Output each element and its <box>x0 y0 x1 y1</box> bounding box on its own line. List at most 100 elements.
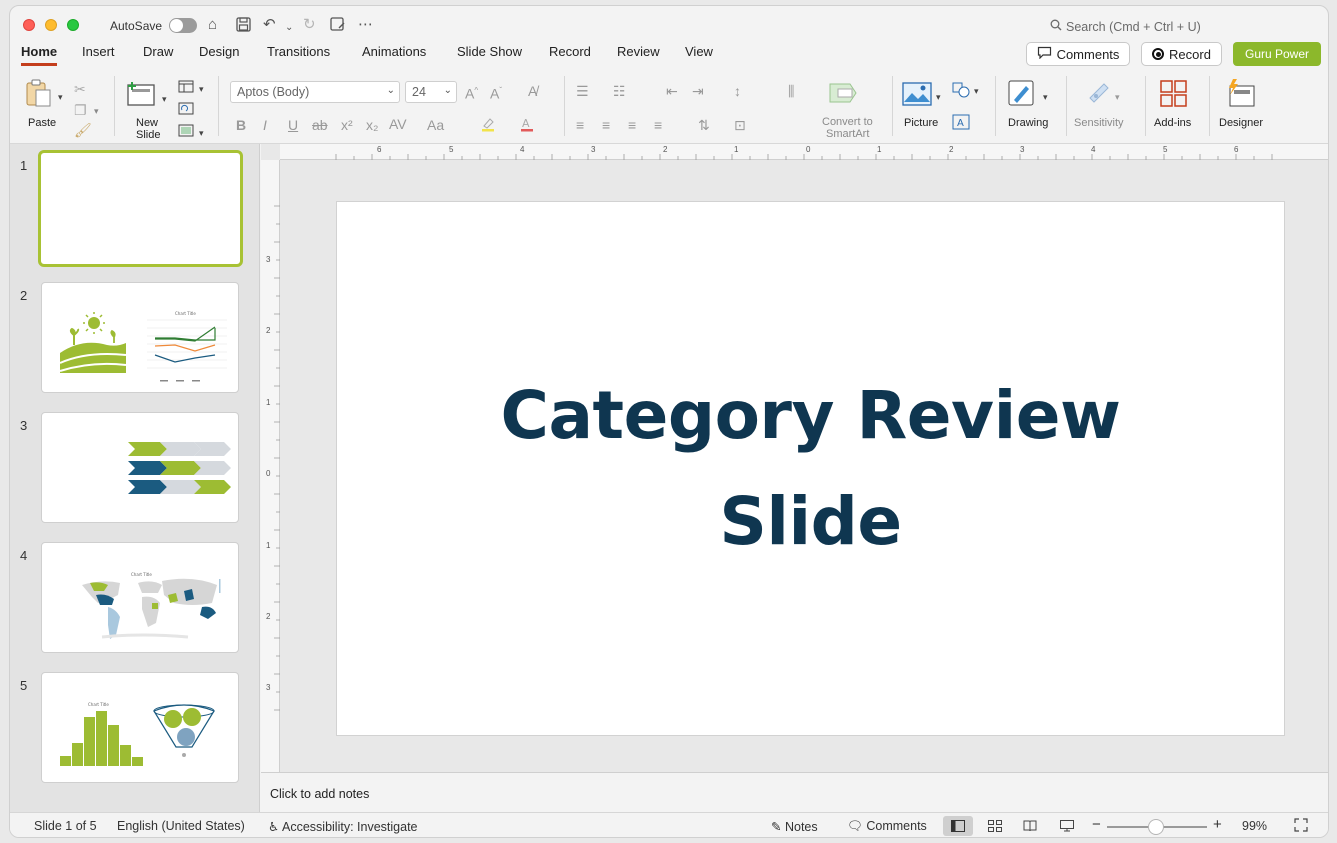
font-color-icon[interactable]: A <box>519 116 535 134</box>
slide-title-textbox[interactable]: Category Review Slide <box>461 363 1161 575</box>
undo-icon[interactable]: ↶ <box>263 17 276 33</box>
reading-view-button[interactable] <box>1015 816 1045 836</box>
font-size-select[interactable]: 24 ⌄ <box>405 81 457 103</box>
new-slide-dropdown-icon[interactable]: ▾ <box>162 92 167 106</box>
slide-canvas[interactable]: Category Review Slide <box>337 202 1284 735</box>
strikethrough-icon[interactable]: ab <box>312 118 328 132</box>
align-center-icon[interactable]: ≡ <box>602 118 610 132</box>
slide-sorter-view-button[interactable] <box>980 816 1010 836</box>
sensitivity-dropdown-icon[interactable]: ▾ <box>1115 90 1120 104</box>
guru-power-button[interactable]: Guru Power <box>1233 42 1321 66</box>
paste-icon[interactable] <box>24 78 54 111</box>
format-painter-icon[interactable]: 🖌 <box>74 123 92 137</box>
sensitivity-icon[interactable] <box>1086 80 1112 109</box>
tab-insert[interactable]: Insert <box>82 44 115 63</box>
slide-thumbnail-4[interactable]: Chart Title <box>41 542 239 653</box>
increase-indent-icon[interactable]: ⇥ <box>692 84 704 98</box>
redo-icon[interactable]: ↻ <box>303 17 316 33</box>
tab-animations[interactable]: Animations <box>362 44 426 63</box>
horizontal-ruler[interactable]: 6 5 4 3 2 1 0 1 2 3 4 5 6 <box>280 144 1328 160</box>
presenter-view-button[interactable] <box>1052 816 1082 836</box>
tab-record[interactable]: Record <box>549 44 591 63</box>
more-icon[interactable]: ⋯ <box>358 17 373 33</box>
zoom-in-icon[interactable]: + <box>1213 816 1222 833</box>
customize-icon[interactable] <box>330 17 346 36</box>
increase-font-icon[interactable]: A^ <box>465 84 478 101</box>
save-icon[interactable] <box>236 17 251 36</box>
zoom-out-icon[interactable]: − <box>1092 816 1101 833</box>
home-icon[interactable]: ⌂ <box>208 17 217 33</box>
zoom-window-button[interactable] <box>67 19 79 31</box>
comments-toggle[interactable]: 🗨︎ Comments <box>847 819 927 834</box>
tab-review[interactable]: Review <box>617 44 660 63</box>
smartart-icon[interactable] <box>828 80 860 109</box>
designer-icon[interactable] <box>1225 78 1257 111</box>
numbering-icon[interactable]: ☷ <box>613 84 626 98</box>
decrease-indent-icon[interactable]: ⇤ <box>666 84 678 98</box>
autosave-toggle[interactable] <box>169 18 197 33</box>
line-spacing-icon[interactable]: ↕ <box>734 84 741 98</box>
comments-button[interactable]: Comments <box>1026 42 1130 66</box>
slide-thumbnail-5[interactable]: Chart Title <box>41 672 239 783</box>
new-slide-icon[interactable] <box>126 79 158 110</box>
bold-icon[interactable]: B <box>236 118 246 132</box>
fit-slide-icon[interactable] <box>1294 818 1308 835</box>
align-text-icon[interactable]: ⊡ <box>734 118 746 132</box>
section-icon[interactable] <box>178 124 194 139</box>
columns-icon[interactable]: ⫼ <box>788 84 794 98</box>
shapes-dropdown-icon[interactable]: ▾ <box>974 84 979 98</box>
slide-thumbnail-3[interactable] <box>41 412 239 523</box>
align-left-icon[interactable]: ≡ <box>576 118 584 132</box>
font-name-select[interactable]: Aptos (Body) ⌄ <box>230 81 400 103</box>
copy-dropdown-icon[interactable]: ▾ <box>94 104 99 118</box>
zoom-slider-handle[interactable] <box>1148 819 1164 835</box>
justify-icon[interactable]: ≡ <box>654 118 662 132</box>
close-window-button[interactable] <box>23 19 35 31</box>
layout-dropdown-icon[interactable]: ▾ <box>199 82 204 96</box>
subscript-icon[interactable]: x₂ <box>366 118 378 132</box>
clear-formatting-icon[interactable]: A̸ <box>528 84 537 98</box>
character-spacing-icon[interactable]: AV <box>389 117 407 131</box>
decrease-font-icon[interactable]: Aˇ <box>490 84 502 101</box>
tab-draw[interactable]: Draw <box>143 44 173 63</box>
text-direction-icon[interactable]: ⇅ <box>698 118 710 132</box>
section-dropdown-icon[interactable]: ▾ <box>199 126 204 140</box>
underline-icon[interactable]: U <box>288 118 298 132</box>
shapes-icon[interactable] <box>952 82 972 100</box>
bullets-icon[interactable]: ☰ <box>576 84 589 98</box>
tab-design[interactable]: Design <box>199 44 239 63</box>
minimize-window-button[interactable] <box>45 19 57 31</box>
cut-icon[interactable]: ✂ <box>74 82 86 96</box>
search-input[interactable]: Search (Cmd + Ctrl + U) <box>1050 19 1201 34</box>
paste-dropdown-icon[interactable]: ▾ <box>58 90 63 104</box>
picture-dropdown-icon[interactable]: ▾ <box>936 90 941 104</box>
reset-icon[interactable] <box>178 102 194 117</box>
slide-thumbnail-1[interactable] <box>38 150 243 267</box>
layout-icon[interactable] <box>178 80 194 95</box>
slide-thumbnail-2[interactable]: Chart Title <box>41 282 239 393</box>
change-case-icon[interactable]: Aa <box>427 118 444 132</box>
italic-icon[interactable]: I <box>263 118 267 132</box>
undo-dropdown-icon[interactable]: ⌄ <box>285 20 293 36</box>
accessibility-status[interactable]: ♿︎ Accessibility: Investigate <box>268 819 418 834</box>
tab-transitions[interactable]: Transitions <box>267 44 330 63</box>
tab-slide-show[interactable]: Slide Show <box>457 44 522 63</box>
tab-home[interactable]: Home <box>21 44 58 66</box>
add-ins-icon[interactable] <box>1160 80 1188 111</box>
slide-editor[interactable]: 6 5 4 3 2 1 0 1 2 3 4 5 6 3 2 1 0 1 2 3 … <box>261 144 1328 772</box>
tab-view[interactable]: View <box>685 44 713 63</box>
picture-icon[interactable] <box>902 82 932 109</box>
language-indicator[interactable]: English (United States) <box>117 819 245 833</box>
notes-toggle[interactable]: ✎ Notes <box>771 819 818 834</box>
copy-icon[interactable]: ❐ <box>74 103 87 117</box>
drawing-dropdown-icon[interactable]: ▾ <box>1043 90 1048 104</box>
slide-thumbnail-pane[interactable]: 1 2 Chart Title 3 4 Chart Title 5 Chart … <box>10 144 260 812</box>
drawing-icon[interactable] <box>1008 80 1038 111</box>
zoom-level[interactable]: 99% <box>1242 819 1267 833</box>
vertical-ruler[interactable]: 3 2 1 0 1 2 3 <box>261 160 280 772</box>
record-button[interactable]: Record <box>1141 42 1222 66</box>
align-right-icon[interactable]: ≡ <box>628 118 636 132</box>
text-box-icon[interactable]: A <box>952 114 970 132</box>
notes-pane[interactable]: Click to add notes <box>261 772 1328 812</box>
superscript-icon[interactable]: x² <box>341 118 353 132</box>
